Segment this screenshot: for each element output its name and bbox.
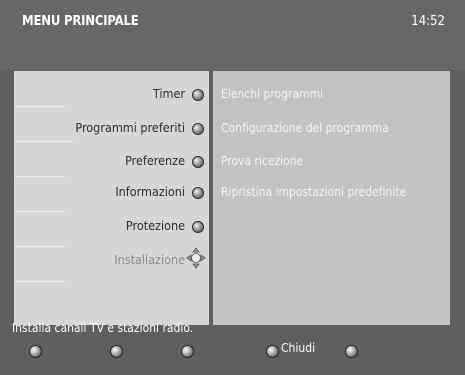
- menu-bullet-icon: [192, 123, 204, 135]
- menu-title: MENU PRINCIPALE: [22, 14, 139, 29]
- menu-item-timer[interactable]: Timer: [153, 84, 185, 104]
- submenu-item[interactable]: Prova ricezione: [221, 151, 303, 171]
- tv-menu-screen: MENU PRINCIPALE 14:52 Timer Programmi pr…: [0, 0, 465, 375]
- menu-bullet-icon: [192, 89, 204, 101]
- close-button-label[interactable]: Chiudi: [281, 341, 315, 355]
- status-help-text: Installa canali TV e stazioni radio.: [12, 321, 194, 335]
- clock: 14:52: [411, 14, 445, 29]
- menu-item-installazione[interactable]: Installazione: [114, 250, 185, 270]
- ok-button-icon[interactable]: [345, 345, 358, 358]
- submenu-item[interactable]: Configurazione del programma: [221, 118, 389, 138]
- blue-button-icon[interactable]: [266, 345, 279, 358]
- menu-item-protezione[interactable]: Protezione: [126, 216, 185, 236]
- separator: [14, 211, 66, 212]
- submenu-item[interactable]: Elenchi programmi: [221, 84, 323, 104]
- menu-panel: Timer Programmi preferiti Preferenze Inf…: [14, 71, 450, 325]
- menu-item-preferenze[interactable]: Preferenze: [125, 151, 185, 171]
- header-bar: MENU PRINCIPALE 14:52: [0, 0, 465, 70]
- submenu-list: Elenchi programmi Configurazione del pro…: [213, 71, 450, 325]
- menu-item-programmi-preferiti[interactable]: Programmi preferiti: [75, 118, 185, 138]
- separator: [14, 281, 66, 282]
- menu-bullet-icon: [192, 221, 204, 233]
- submenu-item[interactable]: Ripristina impostazioni predefinite: [221, 182, 406, 202]
- navigation-cursor-icon: [186, 247, 206, 269]
- separator: [14, 246, 66, 247]
- separator: [14, 176, 66, 177]
- menu-bullet-icon: [192, 187, 204, 199]
- yellow-button-icon[interactable]: [181, 345, 194, 358]
- menu-bullet-icon: [192, 156, 204, 168]
- separator: [14, 141, 74, 142]
- separator: [14, 106, 66, 107]
- green-button-icon[interactable]: [110, 345, 123, 358]
- red-button-icon[interactable]: [29, 345, 42, 358]
- main-menu-list: Timer Programmi preferiti Preferenze Inf…: [14, 71, 209, 325]
- menu-item-informazioni[interactable]: Informazioni: [115, 182, 185, 202]
